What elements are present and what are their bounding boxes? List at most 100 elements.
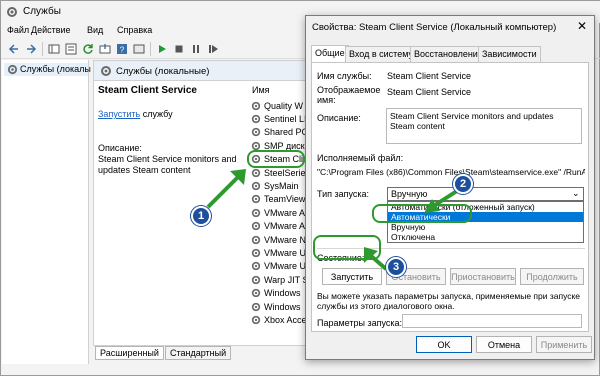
gear-icon [251, 221, 261, 231]
stop-service-icon[interactable] [172, 42, 186, 56]
tab-logon[interactable]: Вход в систему [345, 46, 417, 62]
gear-icon [251, 302, 261, 311]
display-name-label: Отображаемое имя: [317, 85, 381, 105]
service-name: TeamView [264, 194, 306, 205]
tree-item-services[interactable]: Службы (локалы [4, 63, 91, 76]
chevron-down-icon: ⌄ [572, 188, 580, 198]
services-gear-icon [7, 7, 17, 17]
service-row[interactable]: VMware A [251, 220, 311, 233]
menu-action[interactable]: Действие [31, 25, 71, 35]
export-icon[interactable] [98, 42, 112, 56]
start-service-link[interactable]: Запустить [98, 109, 140, 119]
display-name-value[interactable]: Steam Client Service [387, 87, 471, 97]
service-row[interactable]: Quality W [251, 99, 311, 112]
menu-view[interactable]: Вид [87, 25, 103, 35]
gear-icon [251, 288, 261, 298]
gear-icon [251, 248, 261, 258]
refresh-icon[interactable] [81, 42, 95, 56]
service-name: Warp JIT S [264, 274, 309, 285]
apply-button[interactable]: Применить [536, 336, 592, 353]
service-name: Windows [264, 301, 301, 312]
service-name: Shared PC [264, 127, 309, 138]
tab-recovery[interactable]: Восстановление [410, 46, 487, 62]
gear-icon [7, 64, 18, 75]
startup-type-select[interactable]: Вручную ⌄ [387, 187, 584, 201]
console-tree-icon[interactable] [47, 42, 61, 56]
dialog-title: Свойства: Steam Client Service (Локальны… [312, 22, 557, 33]
cancel-button[interactable]: Отмена [476, 336, 532, 353]
tab-standard[interactable]: Стандартный [165, 346, 232, 360]
tree-item-label: Службы (локалы [20, 64, 91, 74]
service-row[interactable]: VMware A [251, 206, 311, 219]
annotation-badge-2: 2 [453, 174, 473, 194]
service-row[interactable]: Sentinel LI [251, 112, 311, 125]
start-service-text: Запустить службу [98, 109, 173, 119]
gear-icon [101, 66, 111, 76]
executable-label: Исполняемый файл: [317, 153, 404, 163]
arrow-icon [206, 169, 246, 209]
service-row[interactable]: VMware U [251, 260, 311, 273]
back-icon[interactable] [7, 42, 21, 56]
menu-help[interactable]: Справка [117, 25, 152, 35]
console-icon[interactable] [132, 42, 146, 56]
service-name: SysMain [264, 180, 299, 191]
gear-icon [251, 101, 261, 110]
gear-icon [251, 235, 261, 244]
service-row[interactable]: Warp JIT S [251, 273, 311, 286]
gear-icon [251, 275, 261, 284]
menu-file[interactable]: Файл [7, 25, 29, 35]
option-disabled[interactable]: Отключена [388, 232, 583, 242]
service-row[interactable]: Shared PC [251, 126, 311, 139]
column-header-name[interactable]: Имя [252, 85, 270, 95]
start-service-icon[interactable] [155, 42, 169, 56]
description-label: Описание: [98, 143, 142, 153]
gear-icon [251, 208, 261, 217]
service-row[interactable]: SysMain [251, 179, 311, 192]
tab-extended[interactable]: Расширенный [95, 346, 164, 360]
service-row[interactable]: Windows [251, 287, 311, 300]
service-row[interactable]: TeamView [251, 193, 311, 206]
gear-icon [251, 262, 261, 271]
service-row[interactable]: VMware N [251, 233, 311, 246]
service-name-value: Steam Client Service [387, 71, 472, 81]
startup-params-input[interactable] [402, 314, 582, 328]
service-name: SteelSeries [264, 167, 311, 178]
svg-text:?: ? [120, 46, 125, 55]
ok-button[interactable]: OK [416, 336, 472, 353]
restart-service-icon[interactable] [206, 42, 220, 56]
close-icon[interactable]: ✕ [574, 19, 590, 33]
resume-button[interactable]: Продолжить [520, 268, 584, 285]
description-label: Описание: [317, 113, 361, 123]
description-field[interactable]: Steam Client Service monitors and update… [386, 108, 582, 144]
service-name: Sentinel LI [264, 113, 307, 124]
gear-icon [251, 195, 261, 204]
service-name: Xbox Acce [264, 314, 307, 325]
help-icon[interactable]: ? [115, 42, 129, 56]
service-row[interactable]: Windows [251, 300, 311, 313]
startup-params-hint: Вы можете указать параметры запуска, при… [317, 291, 581, 311]
properties-icon[interactable] [64, 42, 78, 56]
annotation-badge-3: 3 [386, 257, 406, 277]
gear-icon [251, 128, 261, 137]
forward-icon[interactable] [24, 42, 38, 56]
option-manual[interactable]: Вручную [388, 222, 583, 232]
service-row[interactable]: Xbox Acce [251, 313, 311, 326]
service-row[interactable]: VMware U [251, 246, 311, 259]
service-name: VMware U [264, 261, 307, 272]
pause-button[interactable]: Приостановить [450, 268, 516, 285]
tab-dependencies[interactable]: Зависимости [478, 46, 541, 62]
gear-icon [251, 114, 261, 124]
service-name: VMware A [264, 221, 306, 232]
start-service-suffix: службу [140, 109, 173, 119]
startup-params-label: Параметры запуска: [317, 318, 403, 328]
startup-type-label: Тип запуска: [317, 189, 370, 199]
service-name-label: Имя службы: [317, 71, 372, 81]
console-tree: Службы (локалы [2, 60, 91, 364]
executable-path: "C:\Program Files (x86)\Common Files\Ste… [317, 167, 585, 177]
pause-service-icon[interactable] [189, 42, 203, 56]
content-header-title: Службы (локальные) [116, 66, 210, 77]
window-title: Службы [23, 6, 61, 17]
gear-icon [251, 168, 261, 177]
tab-general[interactable]: Общие [311, 45, 349, 62]
gear-icon [251, 315, 261, 325]
